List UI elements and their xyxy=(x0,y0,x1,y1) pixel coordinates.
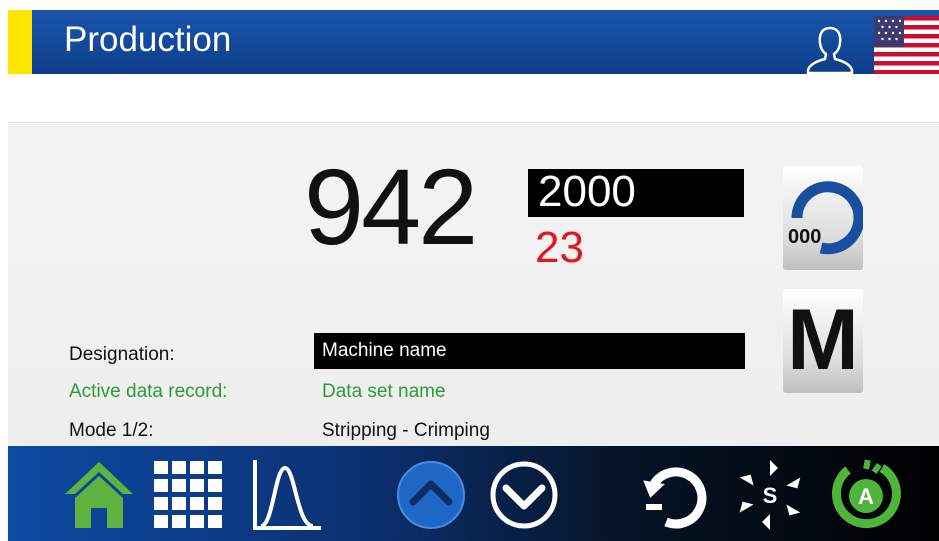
counter-button-text: 000 xyxy=(788,226,821,248)
mode-label: Mode 1/2: xyxy=(69,420,154,441)
us-flag-icon[interactable] xyxy=(874,16,939,74)
grid-icon[interactable] xyxy=(154,461,224,529)
manual-mode-button[interactable]: M xyxy=(783,289,863,393)
header-bar: Production xyxy=(8,10,939,76)
svg-text:A: A xyxy=(858,484,874,509)
manual-mode-label: M xyxy=(787,292,859,388)
actual-count: 942 xyxy=(304,146,478,267)
user-icon[interactable] xyxy=(804,22,856,76)
scroll-down-icon[interactable] xyxy=(489,460,559,530)
info-bar xyxy=(8,74,939,123)
counter-reset-button[interactable]: 000 xyxy=(783,166,865,270)
home-icon[interactable] xyxy=(63,460,135,530)
svg-text:S: S xyxy=(763,483,778,508)
remaining-count: 23 xyxy=(535,223,584,272)
single-cycle-icon[interactable]: S xyxy=(732,458,808,532)
auto-cycle-icon[interactable]: A xyxy=(828,458,904,532)
scroll-up-icon[interactable] xyxy=(396,460,466,530)
mode-value: Stripping - Crimping xyxy=(322,420,490,441)
page-title: Production xyxy=(64,20,232,59)
counter-gauge-icon: 000 xyxy=(788,181,865,255)
active-record-label: Active data record: xyxy=(69,381,228,402)
footer-toolbar: S A xyxy=(8,446,939,541)
graph-icon[interactable] xyxy=(251,458,323,532)
designation-field[interactable]: Machine name xyxy=(314,333,745,369)
designation-label: Designation: xyxy=(69,344,175,365)
active-record-value: Data set name xyxy=(322,381,446,402)
main-panel: 942 2000 23 000 M Designation: Machine n… xyxy=(8,123,939,446)
reset-cycle-icon[interactable] xyxy=(640,458,712,532)
target-count: 2000 xyxy=(538,167,636,216)
header-accent xyxy=(8,10,32,74)
